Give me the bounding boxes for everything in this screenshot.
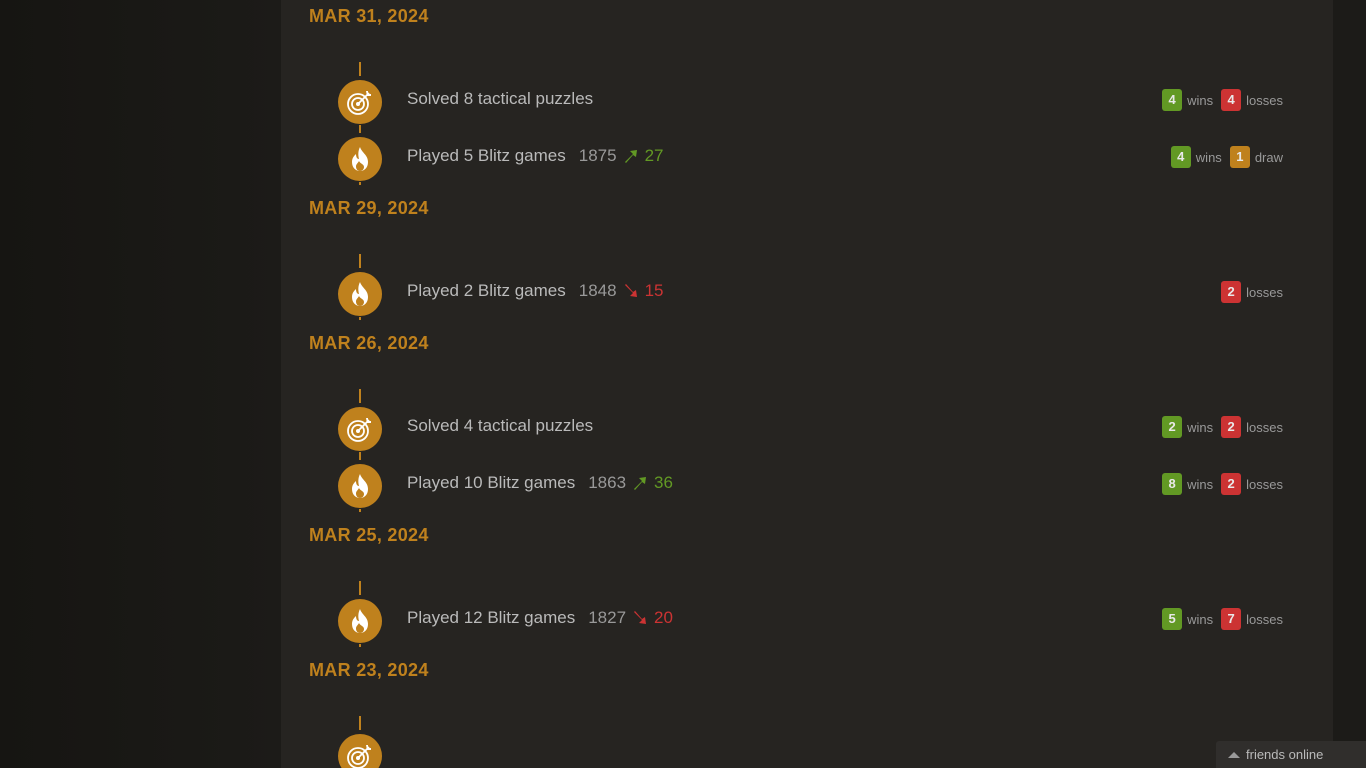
result-win: 5 wins xyxy=(1162,608,1213,630)
result-label: losses xyxy=(1246,284,1283,300)
date-heading: MAR 29, 2024 xyxy=(309,198,429,218)
date-heading: MAR 31, 2024 xyxy=(309,6,429,26)
activity-text: Solved 8 tactical puzzles xyxy=(407,89,594,108)
timeline-connector xyxy=(359,182,361,185)
result-label: wins xyxy=(1187,419,1214,435)
flame-icon xyxy=(338,137,382,181)
page-background-left xyxy=(0,0,281,768)
result-win: 8 wins xyxy=(1162,473,1213,495)
result-count-badge: 2 xyxy=(1162,416,1183,438)
activity-timeline: MAR 31, 2024 Solved 8 tactical puzzles 4 wi… xyxy=(281,0,1333,768)
result-count-badge: 7 xyxy=(1221,608,1242,630)
timeline-connector xyxy=(359,452,361,460)
rating-value: 1827 xyxy=(588,608,627,627)
result-count-badge: 4 xyxy=(1221,89,1242,111)
friends-online-toggle[interactable]: friends online xyxy=(1216,741,1366,768)
results-summary: 5 wins 7 losses xyxy=(1162,608,1283,630)
result-label: losses xyxy=(1246,611,1283,627)
result-loss: 7 losses xyxy=(1221,608,1283,630)
result-loss: 4 losses xyxy=(1221,89,1283,111)
flame-icon xyxy=(338,464,382,508)
rating-delta: 36 xyxy=(654,473,673,492)
result-count-badge: 1 xyxy=(1229,146,1250,168)
result-label: wins xyxy=(1187,476,1214,492)
activity-title[interactable]: Played 10 Blitz games 1863 36 xyxy=(407,473,673,493)
arrow-down-icon xyxy=(623,283,639,299)
activity-text: Played 5 Blitz games xyxy=(407,146,566,165)
flame-icon xyxy=(338,272,382,316)
arrow-down-icon xyxy=(632,610,648,626)
result-draw: 1 draw xyxy=(1229,146,1283,168)
date-heading: MAR 25, 2024 xyxy=(309,525,429,545)
activity-title[interactable]: Played 5 Blitz games 1875 27 xyxy=(407,146,664,166)
results-summary: 4 wins 1 draw xyxy=(1170,146,1283,168)
timeline-connector xyxy=(359,389,361,403)
activity-text: Solved 4 tactical puzzles xyxy=(407,416,594,435)
result-count-badge: 5 xyxy=(1162,608,1183,630)
rating-delta: 27 xyxy=(644,146,664,165)
timeline-connector xyxy=(359,125,361,133)
result-label: wins xyxy=(1187,92,1214,108)
result-loss: 2 losses xyxy=(1221,281,1283,303)
activity-title[interactable]: Solved 8 tactical puzzles xyxy=(407,89,593,109)
result-label: wins xyxy=(1187,611,1214,627)
results-summary: 4 wins 4 losses xyxy=(1162,89,1283,111)
page-background-right xyxy=(1333,0,1366,768)
result-win: 4 wins xyxy=(1170,146,1222,168)
rating-value: 1875 xyxy=(578,146,617,165)
activity-entry: Played 5 Blitz games 1875 27 4 wins 1 draw xyxy=(281,137,1333,194)
result-loss: 2 losses xyxy=(1221,473,1283,495)
activity-text: Played 10 Blitz games xyxy=(407,473,576,492)
activity-entry: Solved 4 tactical puzzles 2 wins 2 losses xyxy=(281,389,1333,464)
result-count-badge: 4 xyxy=(1170,146,1191,168)
result-count-badge: 2 xyxy=(1221,281,1242,303)
target-icon xyxy=(338,80,382,124)
result-label: wins xyxy=(1195,149,1222,165)
result-label: draw xyxy=(1254,149,1283,165)
result-win: 4 wins xyxy=(1162,89,1213,111)
activity-text: Played 12 Blitz games xyxy=(407,608,576,627)
timeline-connector xyxy=(359,509,361,512)
timeline-connector xyxy=(359,581,361,595)
rating-delta: 20 xyxy=(654,608,673,627)
caret-up-icon xyxy=(1228,751,1240,758)
result-label: losses xyxy=(1246,419,1283,435)
target-icon xyxy=(338,407,382,451)
flame-icon xyxy=(338,599,382,643)
activity-text: Played 2 Blitz games xyxy=(407,281,566,300)
result-count-badge: 4 xyxy=(1162,89,1183,111)
friends-online-label: friends online xyxy=(1246,747,1324,762)
arrow-up-icon xyxy=(623,148,639,164)
result-count-badge: 2 xyxy=(1221,473,1242,495)
activity-entry: Played 2 Blitz games 1848 15 2 losses xyxy=(281,254,1333,329)
timeline-connector xyxy=(359,716,361,730)
activity-entry xyxy=(281,716,1333,768)
results-summary: 8 wins 2 losses xyxy=(1162,473,1283,495)
activity-entry: Played 10 Blitz games 1863 36 8 wins 2 losses xyxy=(281,464,1333,521)
result-label: losses xyxy=(1246,92,1283,108)
activity-entry: Solved 8 tactical puzzles 4 wins 4 losses xyxy=(281,62,1333,137)
timeline-connector xyxy=(359,254,361,268)
result-count-badge: 2 xyxy=(1221,416,1242,438)
date-heading: MAR 26, 2024 xyxy=(309,333,429,353)
date-heading: MAR 23, 2024 xyxy=(309,660,429,680)
target-icon xyxy=(338,734,382,768)
timeline-connector xyxy=(359,62,361,76)
rating-value: 1848 xyxy=(578,281,617,300)
rating-value: 1863 xyxy=(588,473,627,492)
timeline-connector xyxy=(359,644,361,647)
activity-title[interactable]: Played 12 Blitz games 1827 20 xyxy=(407,608,673,628)
activity-title[interactable]: Played 2 Blitz games 1848 15 xyxy=(407,281,664,301)
result-count-badge: 8 xyxy=(1162,473,1183,495)
result-loss: 2 losses xyxy=(1221,416,1283,438)
timeline-connector xyxy=(359,317,361,320)
results-summary: 2 wins 2 losses xyxy=(1162,416,1283,438)
rating-delta: 15 xyxy=(644,281,664,300)
activity-entry: Played 12 Blitz games 1827 20 5 wins 7 losses xyxy=(281,581,1333,656)
arrow-up-icon xyxy=(632,475,648,491)
activity-title[interactable]: Solved 4 tactical puzzles xyxy=(407,416,593,436)
result-label: losses xyxy=(1246,476,1283,492)
result-win: 2 wins xyxy=(1162,416,1213,438)
results-summary: 2 losses xyxy=(1221,281,1283,303)
